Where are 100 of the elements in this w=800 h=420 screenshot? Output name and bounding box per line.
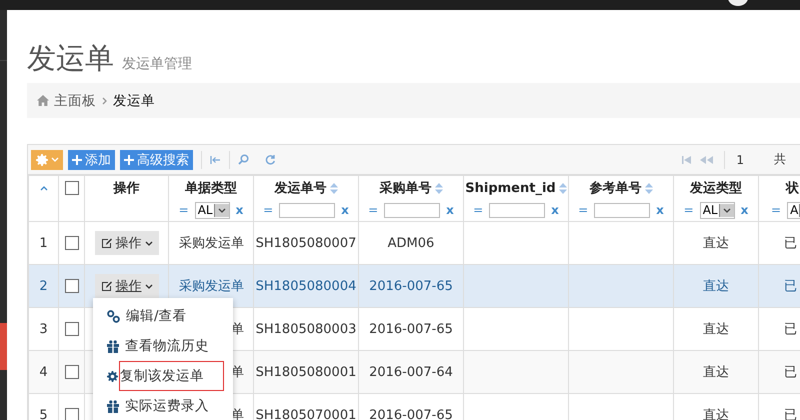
column-header[interactable]: 操作 bbox=[114, 179, 140, 197]
table-cell: 2016-007-64 bbox=[369, 364, 453, 380]
page-total-label: 共 bbox=[774, 151, 786, 168]
table-cell: SH1805080007 bbox=[256, 236, 356, 250]
link-icon bbox=[107, 310, 120, 322]
gift-icon bbox=[107, 340, 119, 352]
row-number: 1 bbox=[39, 236, 48, 250]
table-cell: SH1805080004 bbox=[256, 278, 356, 294]
row-number: 3 bbox=[39, 322, 48, 336]
first-page-icon[interactable] bbox=[681, 156, 692, 164]
row-checkbox[interactable] bbox=[64, 408, 78, 420]
clear-filter-button[interactable]: x bbox=[656, 203, 664, 217]
row-number: 4 bbox=[39, 364, 48, 380]
row-checkbox[interactable] bbox=[64, 364, 78, 379]
table-cell: 直达 bbox=[703, 279, 729, 294]
caret-icon bbox=[722, 208, 731, 212]
plus-icon bbox=[124, 154, 134, 164]
row-checkbox[interactable] bbox=[64, 278, 78, 293]
sort-icon[interactable] bbox=[330, 182, 338, 194]
equals-sign: = bbox=[178, 203, 189, 217]
table-cell: 2016-007-65 bbox=[369, 278, 453, 294]
sort-icon[interactable] bbox=[558, 182, 567, 194]
table-cell: 已 bbox=[784, 236, 797, 251]
column-header[interactable]: 采购单号 bbox=[380, 179, 432, 197]
equals-sign: = bbox=[473, 203, 484, 217]
filter-input[interactable] bbox=[594, 202, 650, 218]
equals-sign: = bbox=[263, 203, 274, 217]
filter-select[interactable]: AL bbox=[700, 202, 735, 218]
add-button[interactable]: 添加 bbox=[68, 150, 115, 170]
row-number: 2 bbox=[39, 278, 48, 294]
table-cell: 直达 bbox=[703, 408, 729, 420]
settings-button[interactable] bbox=[31, 150, 63, 170]
column-header[interactable]: 状 bbox=[786, 179, 799, 197]
clear-filter-button[interactable]: x bbox=[341, 203, 349, 217]
table-cell: 直达 bbox=[703, 365, 729, 380]
sort-icon[interactable] bbox=[644, 182, 652, 194]
page-title: 发运单 bbox=[27, 44, 114, 73]
breadcrumb-current: 发运单 bbox=[113, 92, 155, 110]
caret-icon bbox=[144, 284, 152, 288]
add-button[interactable]: 高级搜索 bbox=[120, 150, 193, 170]
table-cell: 直达 bbox=[703, 236, 729, 251]
collapse-icon[interactable] bbox=[210, 156, 221, 164]
edit-icon bbox=[100, 237, 112, 249]
chevron-icon bbox=[102, 96, 107, 104]
column-header[interactable]: 发运单号 bbox=[274, 179, 326, 197]
clear-filter-button[interactable]: x bbox=[446, 203, 454, 217]
menu-item[interactable]: 查看物流历史 bbox=[93, 331, 233, 361]
table-cell: 采购发运单 bbox=[179, 236, 244, 251]
caret-icon bbox=[144, 240, 152, 246]
table-cell: 已 bbox=[784, 322, 797, 337]
column-header[interactable]: Shipment_id bbox=[465, 180, 556, 196]
filter-input[interactable] bbox=[384, 202, 440, 218]
table-cell: 直达 bbox=[703, 322, 729, 337]
row-checkbox[interactable] bbox=[64, 236, 78, 250]
action-dropdown-button[interactable]: 操作 bbox=[94, 231, 158, 255]
gift-icon bbox=[107, 400, 119, 412]
table-cell: SH1805070001 bbox=[256, 408, 356, 420]
filter-input[interactable] bbox=[279, 202, 336, 218]
equals-sign: = bbox=[578, 203, 588, 217]
search-icon[interactable] bbox=[238, 154, 249, 165]
row-checkbox[interactable] bbox=[64, 322, 78, 336]
breadcrumb-link[interactable]: 主面板 bbox=[54, 92, 96, 110]
sort-icon[interactable] bbox=[434, 182, 442, 194]
plus-icon bbox=[72, 154, 82, 164]
table-cell: SH1805080001 bbox=[256, 364, 356, 380]
clear-filter-button[interactable]: x bbox=[236, 203, 244, 217]
table-cell: SH1805080003 bbox=[256, 322, 356, 336]
filter-select[interactable]: AL bbox=[194, 202, 230, 218]
page-subtitle: 发运单管理 bbox=[122, 55, 192, 73]
row-number: 5 bbox=[39, 408, 48, 420]
page-number: 1 bbox=[736, 152, 744, 166]
menu-item[interactable]: 复制该发运单 bbox=[93, 361, 233, 391]
previous-page-icon[interactable] bbox=[700, 156, 714, 164]
clear-filter-button[interactable]: x bbox=[740, 203, 748, 217]
table-cell: 2016-007-65 bbox=[369, 408, 453, 420]
column-header[interactable]: 参考单号 bbox=[590, 179, 642, 197]
table-cell: 已 bbox=[784, 279, 797, 294]
column-header[interactable]: 发运类型 bbox=[690, 179, 742, 197]
gear-icon bbox=[107, 370, 118, 382]
equals-sign: = bbox=[771, 203, 782, 217]
menu-item[interactable]: 实际运费录入 bbox=[93, 391, 233, 420]
refresh-icon[interactable] bbox=[265, 154, 276, 165]
caret-icon bbox=[218, 208, 226, 212]
table-cell: 单 bbox=[231, 322, 244, 337]
filter-select[interactable]: A bbox=[787, 202, 800, 218]
filter-input[interactable] bbox=[489, 202, 546, 218]
action-dropdown-button[interactable]: 操作 bbox=[94, 274, 158, 298]
clear-filter-button[interactable]: x bbox=[551, 203, 559, 217]
equals-sign: = bbox=[684, 203, 694, 217]
home-icon bbox=[37, 95, 49, 106]
caret-icon bbox=[50, 157, 58, 162]
select-all-checkbox[interactable] bbox=[64, 181, 78, 195]
table-cell: 单 bbox=[231, 365, 244, 380]
table-cell: 2016-007-65 bbox=[369, 322, 453, 336]
table-cell: 采购发运单 bbox=[179, 279, 244, 294]
equals-sign: = bbox=[368, 203, 378, 217]
column-header[interactable]: 单据类型 bbox=[185, 179, 237, 197]
table-cell: 已 bbox=[784, 365, 797, 380]
menu-item[interactable]: 编辑/查看 bbox=[93, 301, 233, 331]
sort-caret-icon[interactable] bbox=[40, 186, 48, 190]
